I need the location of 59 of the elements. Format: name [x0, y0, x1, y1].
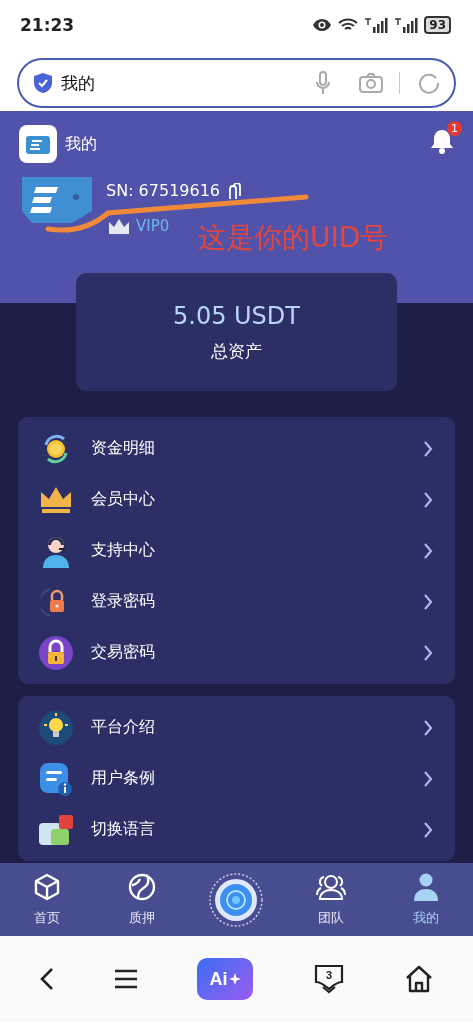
chevron-right-icon — [423, 769, 433, 788]
light-bulb-icon — [39, 710, 73, 745]
menu-icon — [114, 969, 137, 989]
chevron-right-icon — [423, 490, 433, 509]
shield-check-icon — [33, 72, 53, 94]
chevron-right-icon — [423, 592, 433, 611]
menu-item[interactable]: 支持中心 — [18, 525, 455, 576]
notification-button[interactable]: 1 — [422, 121, 462, 161]
ball-icon — [127, 872, 156, 901]
menu-item[interactable]: 平台介绍 — [18, 702, 455, 753]
page-title: 我的 — [65, 133, 98, 155]
menu-item[interactable]: 用户条例 — [18, 753, 455, 804]
tab-item[interactable]: 首页 — [0, 872, 95, 927]
asset-label: 总资产 — [211, 339, 262, 363]
chevron-right-icon — [423, 643, 433, 662]
bell-icon — [430, 128, 454, 154]
menu-item[interactable]: 切换语言 — [18, 804, 455, 855]
menu-item[interactable]: 交易密码 — [18, 627, 455, 678]
translate-icon — [39, 814, 73, 845]
app-logo — [19, 125, 57, 163]
wifi-icon — [338, 17, 359, 33]
sparkle-icon — [229, 973, 242, 985]
cell-signal-icon — [364, 17, 389, 33]
annotation-text: 这是你的UID号 — [198, 220, 389, 256]
cell-signal-icon — [394, 17, 419, 33]
notification-badge: 1 — [447, 121, 462, 136]
back-icon — [40, 967, 55, 991]
menu-item[interactable]: 资金明细 — [18, 423, 455, 474]
cube-icon — [33, 872, 62, 901]
eye-icon — [312, 18, 333, 32]
menu-button[interactable] — [114, 969, 137, 989]
clock-time: 21:23 — [20, 15, 75, 35]
orb-icon — [208, 871, 265, 928]
vip-level: VIP0 — [136, 217, 170, 235]
team-icon — [316, 872, 347, 901]
document-info-icon — [39, 761, 73, 796]
padlock-icon — [39, 635, 73, 670]
tab-item[interactable]: 质押 — [94, 872, 190, 927]
ai-button[interactable]: Ai — [197, 958, 254, 1000]
menu-item[interactable]: 会员中心 — [18, 474, 455, 525]
tab-item[interactable]: 我的 — [378, 872, 473, 927]
serial-number: SN: 67519616 — [106, 181, 221, 200]
chevron-right-icon — [423, 820, 433, 839]
chevron-right-icon — [423, 439, 433, 458]
menu-item[interactable]: 登录密码 — [18, 576, 455, 627]
battery-level: 93 — [424, 16, 451, 34]
home-icon — [404, 965, 433, 993]
back-button[interactable] — [40, 967, 55, 991]
person-icon — [412, 872, 439, 901]
crown-icon — [108, 218, 130, 234]
tabs-button[interactable]: 3 — [314, 964, 345, 994]
copy-icon[interactable] — [228, 182, 243, 199]
chevron-right-icon — [423, 718, 433, 737]
home-button[interactable] — [404, 965, 433, 993]
crown-icon — [40, 485, 72, 514]
total-amount: 5.05 USDT — [173, 301, 300, 330]
app-logo — [22, 177, 92, 223]
tab-item[interactable]: 团队 — [283, 872, 379, 927]
chevron-right-icon — [423, 541, 433, 560]
